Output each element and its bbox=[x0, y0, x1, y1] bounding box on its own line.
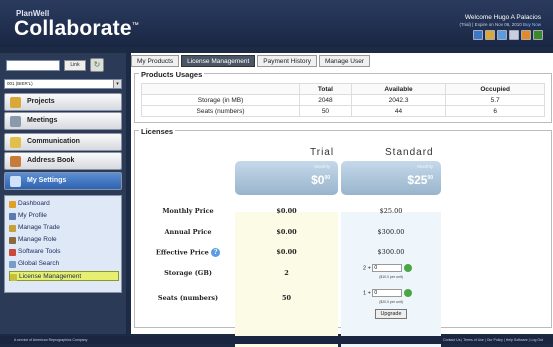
footer-service-text: A service of American Reprographics Comp… bbox=[14, 338, 88, 342]
seats-quantity: 1 + bbox=[363, 289, 413, 298]
licenses-panel: Licenses Trial Standard Monthly $000 Mon… bbox=[134, 127, 552, 347]
effective-price-label: Effective Price ? bbox=[141, 248, 235, 257]
settings-icon bbox=[10, 176, 21, 187]
seats-input[interactable] bbox=[372, 289, 403, 298]
dashboard-icon bbox=[9, 201, 16, 208]
trial-effective-price: $0.00 bbox=[276, 248, 297, 256]
upgrade-button[interactable]: Upgrade bbox=[375, 309, 407, 319]
folder-icon bbox=[10, 97, 21, 108]
main-content: My Products License Management Payment H… bbox=[131, 53, 553, 347]
settings-submenu: Dashboard My Profile Manage Trade Manage… bbox=[4, 195, 122, 293]
footer: A service of American Reprographics Comp… bbox=[0, 336, 553, 344]
trial-storage: 2 bbox=[284, 269, 289, 277]
search-button[interactable]: Link bbox=[64, 60, 86, 71]
nav-meetings[interactable]: Meetings bbox=[4, 112, 122, 130]
search-input[interactable] bbox=[6, 60, 60, 71]
buy-now-link[interactable]: Buy Now bbox=[523, 22, 541, 27]
submenu-global-search[interactable]: Global Search bbox=[9, 259, 119, 269]
usages-table: Total Available Occupied Storage (in MB)… bbox=[140, 83, 545, 117]
storage-label: Storage (GB) bbox=[164, 269, 212, 277]
table-row: Storage (in MB) 2048 2042.3 5.7 bbox=[140, 94, 545, 106]
book-icon bbox=[10, 156, 21, 167]
home-icon[interactable] bbox=[473, 30, 483, 40]
add-icon[interactable] bbox=[404, 264, 413, 272]
plan-trial-name: Trial bbox=[310, 147, 335, 158]
header: PlanWell Collaborate™ Welcome Hugo A Pal… bbox=[0, 0, 553, 47]
submenu-software-tools[interactable]: Software Tools bbox=[9, 247, 119, 257]
chevron-down-icon: ▾ bbox=[113, 80, 121, 88]
trial-annual-price: $0.00 bbox=[276, 228, 297, 236]
welcome-text: Welcome Hugo A Palacios bbox=[464, 14, 541, 21]
table-row: Seats (numbers) 50 44 6 bbox=[140, 105, 545, 117]
tab-manage-user[interactable]: Manage User bbox=[318, 55, 370, 67]
role-icon bbox=[9, 237, 16, 244]
sidebar: Link ↻ 001 (BIER'L) ▾ Projects Meetings C… bbox=[0, 53, 126, 334]
submenu-manage-trade[interactable]: Manage Trade bbox=[9, 223, 119, 233]
products-usages-panel: Products Usages Total Available Occupied… bbox=[134, 70, 552, 123]
monthly-price-label: Monthly Price bbox=[162, 207, 214, 215]
plan-trial-card: Monthly $000 bbox=[235, 161, 338, 195]
plan-standard-card: Monthly $2500 bbox=[341, 161, 441, 195]
user-icon[interactable] bbox=[485, 30, 495, 40]
license-icon bbox=[10, 274, 17, 281]
meeting-icon bbox=[10, 116, 21, 127]
profile-icon bbox=[9, 213, 16, 220]
calendar-icon[interactable] bbox=[497, 30, 507, 40]
footer-links[interactable]: Contact Us | Terms of Use | Our Policy |… bbox=[443, 336, 543, 344]
trial-seats: 50 bbox=[281, 294, 292, 302]
mail-icon[interactable] bbox=[521, 30, 531, 40]
chat-icon bbox=[10, 137, 21, 148]
submenu-dashboard[interactable]: Dashboard bbox=[9, 199, 119, 209]
header-icons bbox=[473, 30, 543, 40]
seats-unit-price: ($20.0 per unit) bbox=[379, 300, 403, 304]
standard-effective-price: $300.00 bbox=[377, 248, 405, 256]
submenu-license-management[interactable]: License Management bbox=[9, 271, 119, 281]
nav-projects[interactable]: Projects bbox=[4, 93, 122, 111]
trial-monthly-price: $0.00 bbox=[276, 207, 297, 215]
search-icon bbox=[9, 261, 16, 268]
tab-payment-history[interactable]: Payment History bbox=[257, 55, 317, 67]
tab-my-products[interactable]: My Products bbox=[131, 55, 180, 67]
add-icon[interactable] bbox=[404, 289, 413, 297]
storage-quantity: 2 + bbox=[363, 264, 413, 273]
storage-input[interactable] bbox=[372, 264, 403, 273]
standard-annual-price: $300.00 bbox=[377, 228, 405, 236]
nav-communication[interactable]: Communication bbox=[4, 133, 122, 151]
help-icon[interactable]: ? bbox=[211, 248, 221, 257]
nav-address-book[interactable]: Address Book bbox=[4, 152, 122, 170]
annual-price-label: Annual Price bbox=[164, 228, 212, 236]
seats-label: Seats (numbers) bbox=[157, 294, 219, 302]
trade-icon bbox=[9, 225, 16, 232]
submenu-my-profile[interactable]: My Profile bbox=[9, 211, 119, 221]
table-header-row: Total Available Occupied bbox=[140, 83, 545, 95]
close-icon[interactable] bbox=[509, 30, 519, 40]
trial-status: (Trial) | Expire on Nov 06, 2010 Buy Now bbox=[459, 22, 541, 27]
usages-title: Products Usages bbox=[139, 70, 205, 79]
tools-icon bbox=[9, 249, 16, 256]
standard-monthly-price: $25.00 bbox=[379, 207, 403, 215]
brand-logo: Collaborate™ bbox=[14, 17, 139, 40]
refresh-icon[interactable]: ↻ bbox=[90, 58, 104, 72]
help-icon[interactable] bbox=[533, 30, 543, 40]
project-select[interactable]: 001 (BIER'L) ▾ bbox=[4, 79, 122, 89]
nav-my-settings[interactable]: My Settings bbox=[4, 172, 122, 190]
tab-license-management[interactable]: License Management bbox=[181, 55, 256, 67]
tab-bar: My Products License Management Payment H… bbox=[131, 55, 370, 67]
submenu-manage-role[interactable]: Manage Role bbox=[9, 235, 119, 245]
licenses-title: Licenses bbox=[139, 127, 176, 136]
storage-unit-price: ($10.0 per unit) bbox=[379, 275, 403, 279]
plan-standard-name: Standard bbox=[385, 147, 434, 158]
